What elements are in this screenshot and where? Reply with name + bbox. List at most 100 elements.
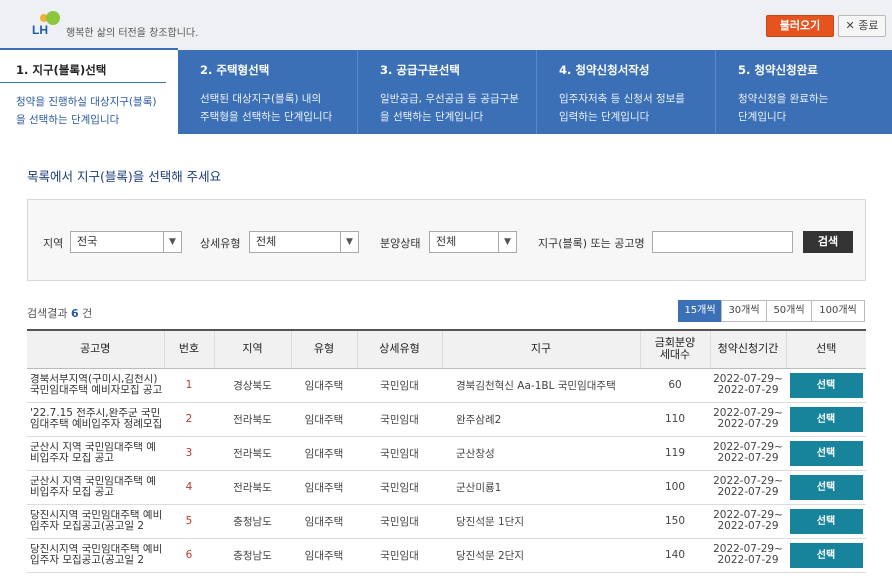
col-header-select: 선택: [785, 329, 866, 369]
cell-period: 2022-07-29~ 2022-07-29: [710, 436, 786, 471]
cell-period: 2022-07-29~ 2022-07-29: [710, 504, 786, 539]
search-panel: 지역 전국 ▼ 상세유형 전체 ▼ 분양상태 전체 ▼ 지구(블록) 또는 공고…: [27, 199, 866, 281]
region-select-value: 전국: [77, 235, 98, 248]
cell-no: 5: [164, 504, 214, 539]
select-button[interactable]: 선택: [789, 508, 863, 534]
table-row[interactable]: 당진시지역 국민임대주택 예비입주자 모집공고(공고일 2 5 충청남도 임대주택 국민…: [27, 504, 866, 539]
col-header-period: 청약신청기간: [709, 329, 786, 369]
cell-region: 충청남도: [214, 504, 291, 539]
status-label: 분양상태: [380, 237, 421, 250]
cell-region: 경상북도: [214, 368, 291, 403]
cell-units: 100: [640, 470, 710, 505]
cell-select: 선택: [786, 470, 866, 505]
period-end: 2022-07-29: [717, 554, 779, 566]
notice-name-text: 경북서부지역(구미시,김천시) 국민임대주택 예비자모집 공고: [30, 374, 163, 396]
select-button[interactable]: 선택: [789, 406, 863, 432]
cell-select: 선택: [786, 368, 866, 403]
table-header-row: 공고명 번호 지역 유형 상세유형 지구 금회분양 세대수 청약신청기간 선택: [27, 329, 866, 369]
load-button[interactable]: 불러오기: [766, 15, 834, 37]
cell-units: 140: [640, 538, 710, 573]
logo-text: LH: [32, 23, 48, 37]
active-step-pointer: [80, 134, 96, 142]
period-end: 2022-07-29: [717, 452, 779, 464]
cell-type: 임대주택: [291, 402, 357, 437]
cell-danji: 군산창성: [442, 436, 640, 471]
cell-notice-name[interactable]: 군산시 지역 국민임대주택 예비입주자 모집 공고: [27, 470, 164, 505]
cell-type: 임대주택: [291, 538, 357, 573]
cell-select: 선택: [786, 538, 866, 573]
step-title: 4. 청약신청서작성: [559, 63, 650, 77]
page-size-50[interactable]: 50개씩: [766, 300, 812, 322]
step-5: 5. 청약신청완료 청약신청을 완료하는 단계입니다: [715, 50, 892, 134]
select-button[interactable]: 선택: [789, 440, 863, 466]
select-button[interactable]: 선택: [789, 372, 863, 398]
cell-select: 선택: [786, 504, 866, 539]
cell-region: 전라북도: [214, 436, 291, 471]
page-size-100[interactable]: 100개씩: [811, 300, 865, 322]
cell-notice-name[interactable]: 경북서부지역(구미시,김천시) 국민임대주택 예비자모집 공고: [27, 368, 164, 403]
period-end: 2022-07-29: [717, 520, 779, 532]
step-desc-line: 청약을 진행하실 대상지구(블록): [16, 96, 157, 108]
period-end: 2022-07-29: [717, 384, 779, 396]
chevron-down-icon: ▼: [498, 232, 516, 252]
period-end: 2022-07-29: [717, 418, 779, 430]
detail-type-select[interactable]: 전체 ▼: [249, 231, 359, 253]
status-select[interactable]: 전체 ▼: [429, 231, 517, 253]
cell-detail-type: 국민임대: [357, 368, 442, 403]
cell-units: 110: [640, 402, 710, 437]
step-desc-line: 을 선택하는 단계입니다: [16, 114, 120, 126]
cell-period: 2022-07-29~ 2022-07-29: [710, 402, 786, 437]
select-button[interactable]: 선택: [789, 474, 863, 500]
close-button[interactable]: ✕ 종료: [838, 15, 886, 37]
notice-name-text: '22.7.15 전주시,완주군 국민임대주택 예비입주자 정례모집: [30, 408, 163, 430]
page-size-15[interactable]: 15개씩: [678, 300, 722, 322]
cell-no: 4: [164, 470, 214, 505]
page-size-30[interactable]: 30개씩: [721, 300, 767, 322]
cell-notice-name[interactable]: 당진시지역 국민임대주택 예비입주자 모집공고(공고일 2: [27, 538, 164, 573]
cell-region: 전라북도: [214, 470, 291, 505]
search-button[interactable]: 검색: [803, 231, 853, 253]
step-title: 5. 청약신청완료: [738, 63, 818, 77]
step-title: 1. 지구(블록)선택: [16, 63, 107, 77]
result-prefix: 검색결과: [27, 307, 68, 320]
lh-logo: LH: [30, 9, 70, 39]
cell-detail-type: 국민임대: [357, 470, 442, 505]
cell-no: 6: [164, 538, 214, 573]
table-row[interactable]: '22.7.15 전주시,완주군 국민임대주택 예비입주자 정례모집 2 전라북도 임…: [27, 402, 866, 437]
step-4: 4. 청약신청서작성 입주자저축 등 신청서 정보를 입력하는 단계입니다: [536, 50, 715, 134]
cell-type: 임대주택: [291, 470, 357, 505]
cell-type: 임대주택: [291, 504, 357, 539]
region-select[interactable]: 전국 ▼: [70, 231, 182, 253]
keyword-label: 지구(블록) 또는 공고명: [538, 237, 645, 250]
select-button[interactable]: 선택: [789, 542, 863, 568]
table-row[interactable]: 군산시 지역 국민임대주택 예비입주자 모집 공고 4 전라북도 임대주택 국민임대 군산…: [27, 470, 866, 505]
cell-notice-name[interactable]: '22.7.15 전주시,완주군 국민임대주택 예비입주자 정례모집: [27, 402, 164, 437]
notice-name-text: 당진시지역 국민임대주택 예비입주자 모집공고(공고일 2: [30, 510, 163, 532]
table-row[interactable]: 군산시 지역 국민임대주택 예비입주자 모집 공고 3 전라북도 임대주택 국민임대 군산…: [27, 436, 866, 471]
col-header-units-line2: 세대수: [659, 348, 691, 362]
result-suffix: 건: [82, 307, 93, 320]
cell-select: 선택: [786, 436, 866, 471]
step-desc-line: 청약신청을 완료하는: [738, 93, 829, 105]
col-header-type: 유형: [290, 329, 357, 369]
cell-region: 충청남도: [214, 538, 291, 573]
keyword-input[interactable]: [652, 231, 793, 253]
step-title: 3. 공급구분선택: [380, 63, 460, 77]
cell-no: 3: [164, 436, 214, 471]
step-1: 1. 지구(블록)선택 청약을 진행하실 대상지구(블록) 을 선택하는 단계입니…: [0, 48, 178, 134]
cell-detail-type: 국민임대: [357, 504, 442, 539]
period-end: 2022-07-29: [717, 486, 779, 498]
cell-danji: 완주삼례2: [442, 402, 640, 437]
cell-detail-type: 국민임대: [357, 436, 442, 471]
cell-detail-type: 국민임대: [357, 402, 442, 437]
step-title: 2. 주택형선택: [200, 63, 270, 77]
table-row[interactable]: 경북서부지역(구미시,김천시) 국민임대주택 예비자모집 공고 1 경상북도 임대주택…: [27, 368, 866, 403]
step-desc-line: 일반공급, 우선공급 등 공급구분: [380, 93, 519, 105]
step-desc-line: 을 선택하는 단계입니다: [380, 111, 484, 123]
cell-notice-name[interactable]: 당진시지역 국민임대주택 예비입주자 모집공고(공고일 2: [27, 504, 164, 539]
cell-notice-name[interactable]: 군산시 지역 국민임대주택 예비입주자 모집 공고: [27, 436, 164, 471]
result-table: 공고명 번호 지역 유형 상세유형 지구 금회분양 세대수 청약신청기간 선택 경…: [27, 329, 866, 573]
table-row[interactable]: 당진시지역 국민임대주택 예비입주자 모집공고(공고일 2 6 충청남도 임대주택 국민…: [27, 538, 866, 573]
notice-name-text: 군산시 지역 국민임대주택 예비입주자 모집 공고: [30, 442, 156, 464]
cell-detail-type: 국민임대: [357, 538, 442, 573]
